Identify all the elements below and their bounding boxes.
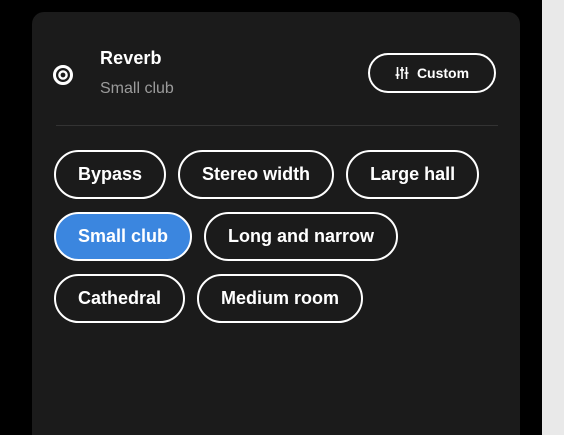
reverb-header: Reverb Small club Custom (32, 12, 520, 126)
custom-button[interactable]: Custom (368, 53, 496, 93)
preset-chip-group: Bypass Stereo width Large hall Small clu… (54, 150, 494, 323)
preset-chip-medium-room[interactable]: Medium room (197, 274, 364, 323)
header-divider (56, 125, 498, 126)
preset-chip-small-club[interactable]: Small club (54, 212, 193, 261)
preset-chip-large-hall[interactable]: Large hall (346, 150, 480, 199)
preset-chip-long-and-narrow[interactable]: Long and narrow (204, 212, 399, 261)
preset-chip-stereo-width[interactable]: Stereo width (178, 150, 335, 199)
equalizer-sliders-icon (395, 66, 409, 80)
preset-chip-bypass[interactable]: Bypass (54, 150, 167, 199)
reverb-panel: Reverb Small club Custom Bypass Stereo w… (32, 12, 520, 435)
panel-title: Reverb (100, 48, 162, 68)
preset-chip-cathedral[interactable]: Cathedral (54, 274, 186, 323)
adjacent-panel-edge (542, 0, 564, 435)
selected-preset-subtitle: Small club (100, 80, 174, 97)
reverb-icon (52, 64, 74, 86)
custom-button-label: Custom (416, 65, 470, 81)
